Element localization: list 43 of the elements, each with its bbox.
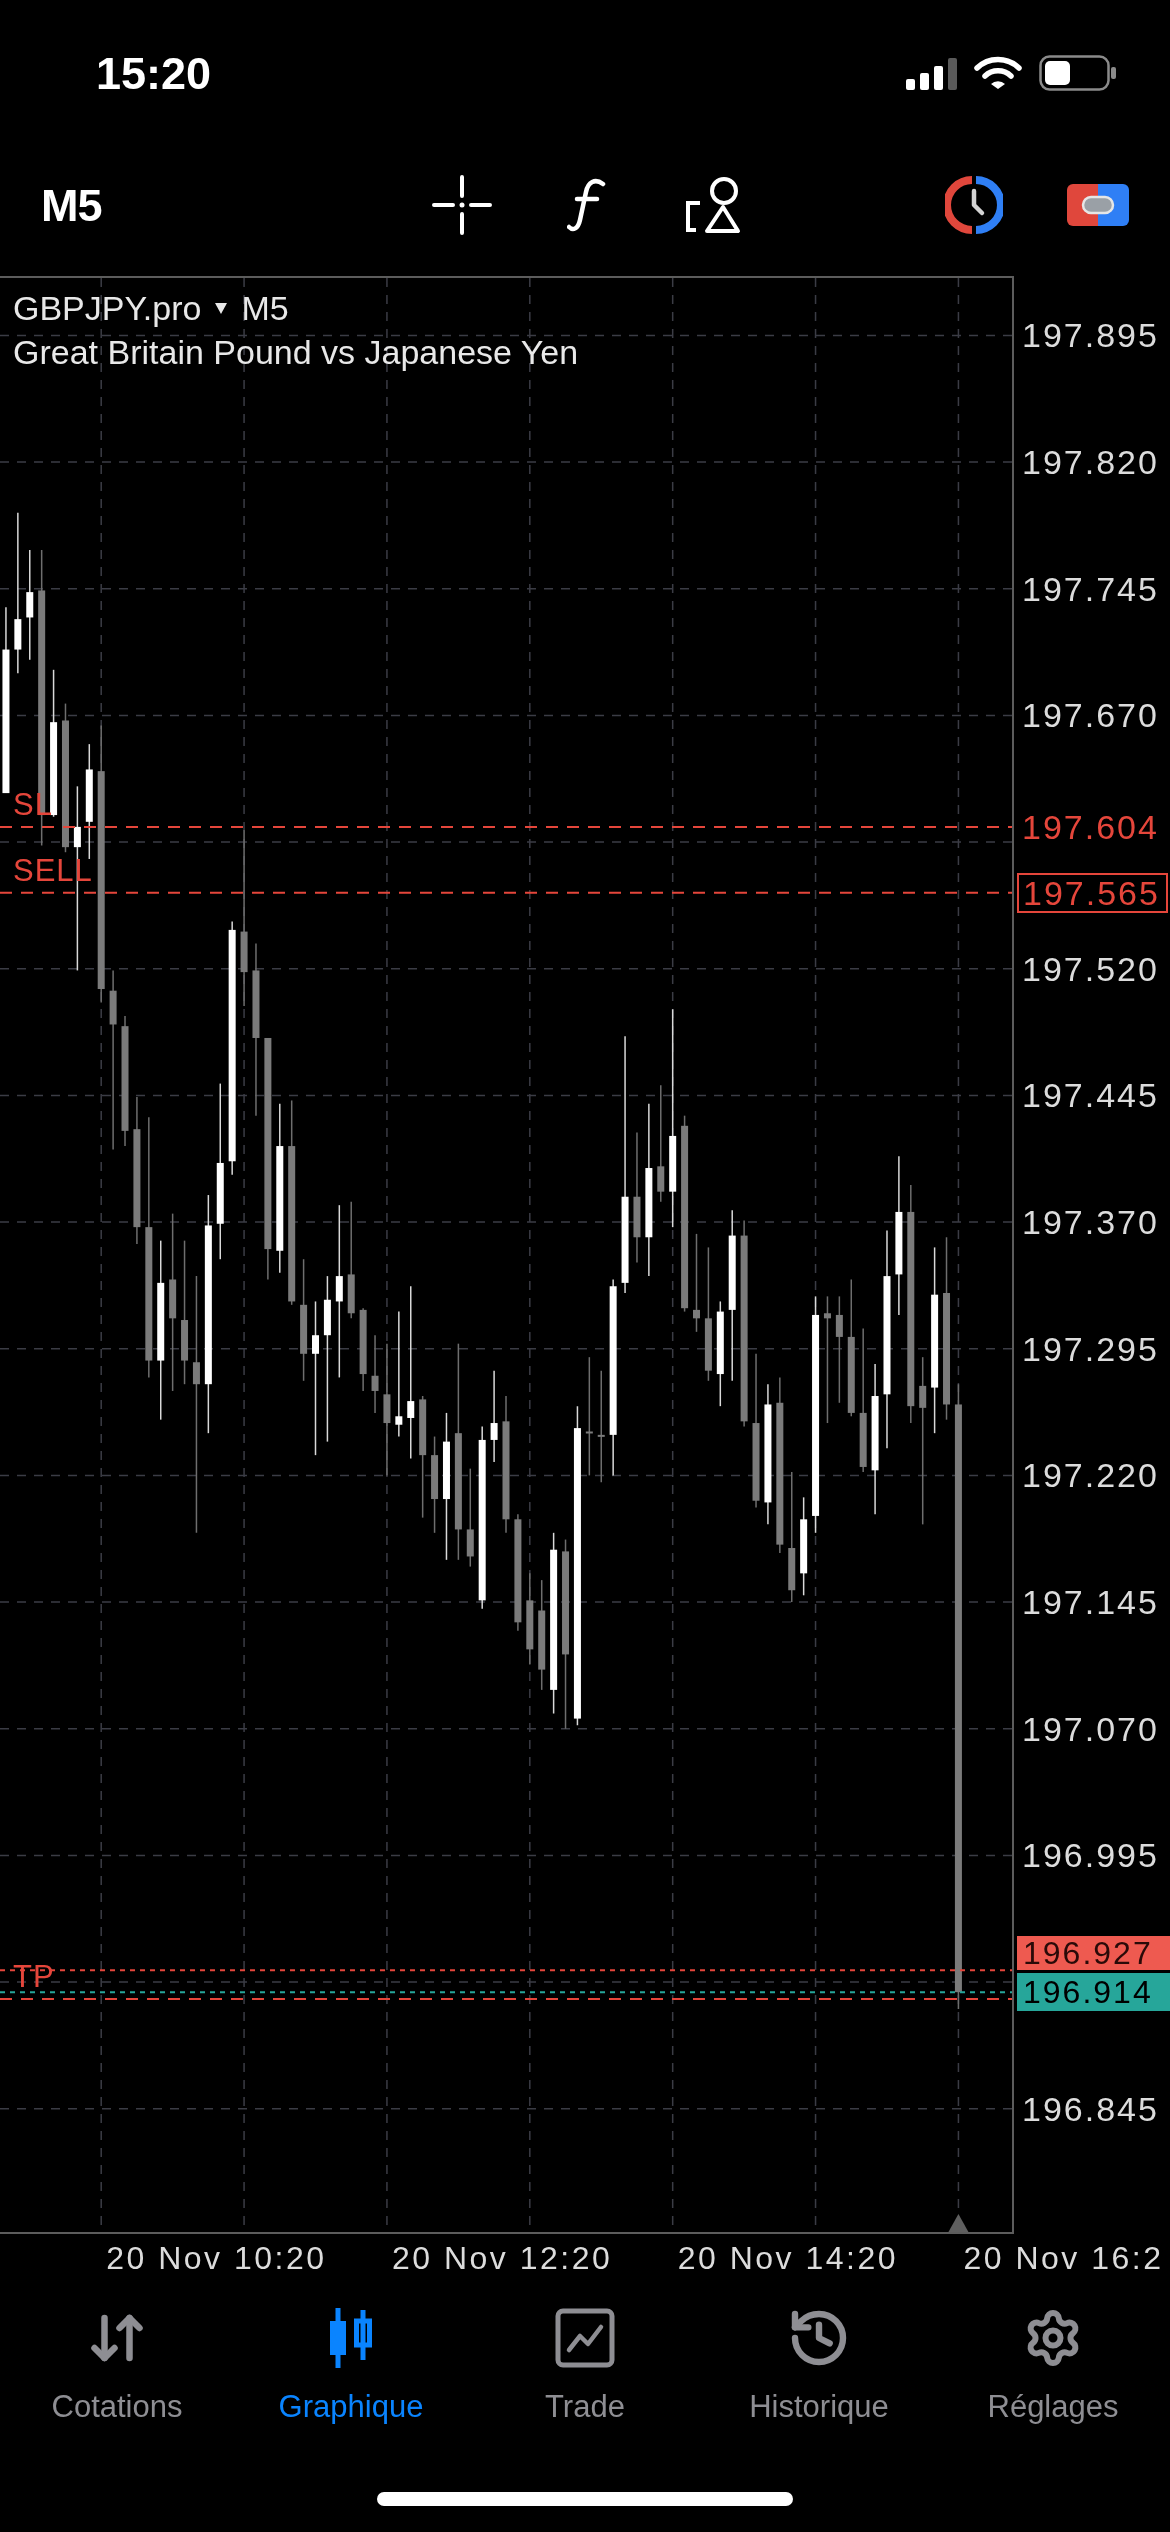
bar-marker-icon — [948, 2214, 969, 2232]
tab-button[interactable]: Graphique — [234, 2282, 468, 2424]
sell-order-price: 197.565 — [1017, 872, 1168, 913]
take-profit-label[interactable]: TP — [13, 1957, 55, 1996]
symbol-name[interactable]: GBPJPY.pro — [13, 286, 202, 330]
signal-icon — [906, 56, 957, 90]
toggle-icon[interactable] — [1066, 184, 1129, 226]
status-time: 15:20 — [96, 50, 212, 96]
candlestick-icon — [328, 2308, 374, 2368]
wifi-icon — [974, 56, 1022, 90]
price-axis-label: 197.520 — [1022, 948, 1159, 989]
time-axis-label: 20 Nov 10:20 — [106, 2239, 327, 2278]
symbol-description: Great Britain Pound vs Japanese Yen — [13, 332, 579, 373]
tab-button[interactable]: Réglages — [936, 2282, 1170, 2424]
price-axis-label: 196.995 — [1022, 1835, 1159, 1876]
time-axis-label: 20 Nov 16:2 — [963, 2239, 1164, 2278]
tab-button[interactable]: Trade — [468, 2282, 702, 2424]
crosshair-icon[interactable] — [431, 175, 492, 235]
price-axis-label: 197.220 — [1022, 1455, 1159, 1496]
price-axis-label: 197.445 — [1022, 1075, 1159, 1116]
time-axis-label: 20 Nov 12:20 — [391, 2239, 613, 2278]
timeframe-button[interactable]: M5 — [41, 182, 102, 228]
price-axis-label: 197.820 — [1022, 442, 1159, 483]
price-axis-label: 196.845 — [1022, 2088, 1159, 2129]
price-axis-label: 197.895 — [1022, 315, 1159, 356]
shapes-icon[interactable] — [684, 176, 741, 234]
price-axis-label: 197.295 — [1022, 1328, 1159, 1369]
ask-price: 196.927 — [1017, 1936, 1170, 1971]
timeframe-label: M5 — [241, 288, 289, 329]
bid-price: 196.914 — [1017, 1973, 1170, 2012]
battery-icon — [1039, 55, 1117, 91]
caret-icon[interactable] — [215, 302, 228, 314]
price-axis-label: 197.145 — [1022, 1582, 1159, 1623]
price-axis-label: 197.370 — [1022, 1202, 1159, 1243]
price-axis-label: 197.745 — [1022, 568, 1159, 609]
clock-icon[interactable] — [944, 176, 1003, 234]
price-axis-label: 197.670 — [1022, 695, 1159, 736]
tab-button[interactable]: Cotations — [0, 2282, 234, 2424]
function-icon[interactable] — [566, 178, 607, 232]
tab-button[interactable]: Historique — [702, 2282, 936, 2424]
line-chart-icon — [555, 2308, 615, 2368]
time-axis-label: 20 Nov 14:20 — [677, 2239, 899, 2278]
price-axis-label: 197.070 — [1022, 1708, 1159, 1749]
